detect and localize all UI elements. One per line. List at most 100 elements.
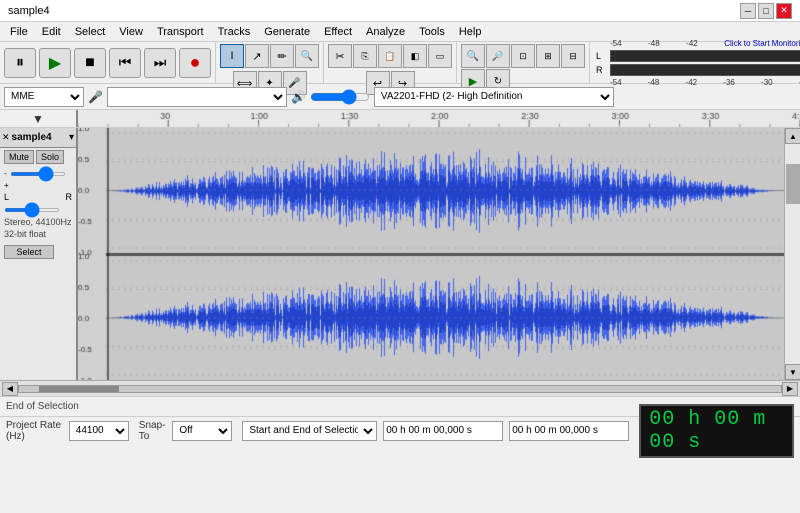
waveform-area: [78, 128, 784, 380]
device-row: MME DirectSound WASAPI 🎤 🔊 VA2201-FHD (2…: [0, 84, 800, 110]
solo-button[interactable]: Solo: [36, 150, 64, 164]
project-rate-select[interactable]: 44100: [69, 421, 129, 441]
vu-scale2: -36: [723, 78, 735, 87]
menu-edit[interactable]: Edit: [36, 25, 67, 39]
edit-section: ✂ ⎘ 📋 ◧ ▭ ↩ ↪: [324, 42, 457, 83]
zoom-section: 🔍 🔎 ⊡ ⊞ ⊟ ▶ ↻: [457, 42, 590, 83]
vscroll-track[interactable]: [785, 144, 800, 364]
vertical-scrollbar: ▲ ▼: [784, 128, 800, 380]
project-rate-label: Project Rate (Hz): [6, 420, 63, 442]
vu-scale2: -30: [761, 78, 773, 87]
snap-to-select[interactable]: Off On: [172, 421, 232, 441]
mic-icon: 🎤: [88, 90, 103, 104]
selection-type-select[interactable]: Start and End of Selection: [242, 421, 377, 441]
host-select[interactable]: MME DirectSound WASAPI: [4, 87, 84, 107]
silence-button[interactable]: ▭: [428, 44, 452, 68]
menu-help[interactable]: Help: [453, 25, 488, 39]
hscroll-left-btn[interactable]: ◀: [2, 382, 18, 396]
vscroll-thumb[interactable]: [786, 164, 800, 204]
vu-scale-label: -42: [686, 39, 698, 48]
transport-toolbar: ⏸ ▶ ■ ⏮ ⏭ ● I ↗ ✏ 🔍 ⟺ ✦ 🎤 ✂ ⎘ 📋 ◧ ▭ ↩: [0, 42, 800, 84]
window-controls: ─ □ ✕: [740, 3, 792, 19]
zoom-out-button[interactable]: 🔎: [486, 44, 510, 68]
zoom-def-button[interactable]: ⊟: [561, 44, 585, 68]
cut-button[interactable]: ✂: [328, 44, 352, 68]
zoom-sel-button[interactable]: ⊡: [511, 44, 535, 68]
waveform-canvas[interactable]: [78, 128, 784, 380]
rewind-button[interactable]: ⏮: [109, 48, 141, 78]
output-device-select[interactable]: VA2201-FHD (2- High Definition: [374, 87, 614, 107]
titlebar-title: sample4: [8, 5, 50, 17]
vu-scale-label: -54: [610, 39, 622, 48]
ffwd-button[interactable]: ⏭: [144, 48, 176, 78]
timeline-ruler: ▼: [0, 110, 800, 128]
close-button[interactable]: ✕: [776, 3, 792, 19]
stop-button[interactable]: ■: [74, 48, 106, 78]
vu-scale2: -54: [610, 78, 622, 87]
gain-max-label: +: [4, 181, 9, 190]
hscroll-right-btn[interactable]: ▶: [782, 382, 798, 396]
menu-tools[interactable]: Tools: [413, 25, 451, 39]
time-display: 00 h 00 m 00 s: [639, 404, 794, 458]
timeline-arrow: ▼: [32, 112, 44, 126]
hscroll-thumb[interactable]: [39, 386, 119, 392]
track-menu-btn[interactable]: ▾: [69, 132, 74, 143]
vu-l-label: L: [596, 51, 608, 61]
time-value: 00 h 00 m 00 s: [649, 408, 766, 454]
menu-effect[interactable]: Effect: [318, 25, 358, 39]
volume-icon: 🔊: [291, 90, 306, 104]
vu-scale2: -42: [686, 78, 698, 87]
vu-r-meter[interactable]: [610, 64, 800, 76]
record-button[interactable]: ●: [179, 48, 211, 78]
transport-controls: ⏸ ▶ ■ ⏮ ⏭ ●: [0, 42, 216, 83]
track-name: sample4: [12, 132, 69, 143]
monitor-area: -54 -48 -42 Click to Start Monitoring -1…: [590, 42, 800, 83]
hscroll-track[interactable]: [18, 385, 782, 393]
minimize-button[interactable]: ─: [740, 3, 756, 19]
end-time-input[interactable]: [509, 421, 629, 441]
zoom-in-button[interactable]: 🔍: [461, 44, 485, 68]
copy-button[interactable]: ⎘: [353, 44, 377, 68]
vscroll-down-btn[interactable]: ▼: [785, 364, 800, 380]
input-device-select[interactable]: [107, 87, 287, 107]
zoom-fit-button[interactable]: ⊞: [536, 44, 560, 68]
menu-analyze[interactable]: Analyze: [360, 25, 411, 39]
menu-generate[interactable]: Generate: [258, 25, 316, 39]
pan-slider[interactable]: [4, 208, 60, 212]
select-tool[interactable]: I: [220, 44, 244, 68]
menu-tracks[interactable]: Tracks: [212, 25, 257, 39]
track-section: ✕ sample4 ▾ Mute Solo - + L R Stereo, 44…: [0, 128, 800, 380]
draw-tool[interactable]: ✏: [270, 44, 294, 68]
menu-view[interactable]: View: [113, 25, 149, 39]
paste-button[interactable]: 📋: [378, 44, 402, 68]
select-button[interactable]: Select: [4, 245, 54, 259]
gain-label: -: [4, 169, 7, 178]
gain-slider[interactable]: [10, 172, 66, 176]
snap-to-label: Snap-To: [139, 420, 167, 442]
maximize-button[interactable]: □: [758, 3, 774, 19]
track-info: Stereo, 44100Hz32-bit float: [0, 216, 76, 241]
mute-button[interactable]: Mute: [4, 150, 34, 164]
pause-button[interactable]: ⏸: [4, 48, 36, 78]
start-time-input[interactable]: [383, 421, 503, 441]
zoom-tool-btn[interactable]: 🔍: [295, 44, 319, 68]
vscroll-up-btn[interactable]: ▲: [785, 128, 800, 144]
menu-transport[interactable]: Transport: [151, 25, 210, 39]
volume-slider[interactable]: [310, 89, 370, 105]
menu-file[interactable]: File: [4, 25, 34, 39]
vu-scale2: -48: [648, 78, 660, 87]
r-label: R: [66, 192, 73, 202]
timeline-scale: [78, 110, 800, 128]
bottom-toolbar: Project Rate (Hz) 44100 Snap-To Off On S…: [0, 416, 800, 444]
tools-section: I ↗ ✏ 🔍 ⟺ ✦ 🎤: [216, 42, 324, 83]
vu-r-label: R: [596, 65, 608, 75]
menu-select[interactable]: Select: [69, 25, 112, 39]
envelope-tool[interactable]: ↗: [245, 44, 269, 68]
horizontal-scrollbar: ◀ ▶: [0, 380, 800, 396]
vu-scale-label: -48: [648, 39, 660, 48]
vu-l-meter[interactable]: [610, 50, 800, 62]
l-label: L: [4, 192, 9, 202]
play-button[interactable]: ▶: [39, 48, 71, 78]
track-close-btn[interactable]: ✕: [2, 132, 10, 143]
trim-button[interactable]: ◧: [403, 44, 427, 68]
